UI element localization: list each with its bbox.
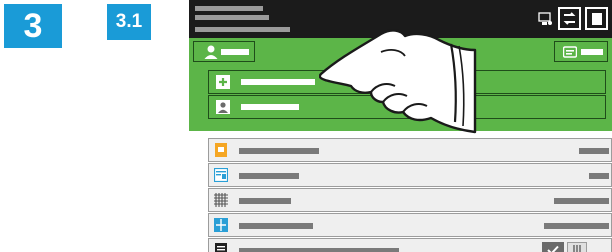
status-placeholder <box>195 27 290 32</box>
list-item[interactable] <box>208 213 612 237</box>
columns-icon <box>573 245 581 252</box>
columns-button[interactable] <box>567 242 587 252</box>
menu-item-contact-label-placeholder <box>241 104 299 110</box>
stop-icon <box>591 12 602 25</box>
menu-item-add-label-placeholder <box>241 79 315 85</box>
card-button-label-placeholder <box>581 48 603 55</box>
device-screen <box>189 0 612 252</box>
device-status-icon[interactable] <box>536 10 554 28</box>
substep-number-badge: 3.1 <box>107 4 151 40</box>
job-status-icon <box>563 12 576 25</box>
user-button[interactable] <box>193 41 255 62</box>
step-number-badge: 3 <box>4 4 62 48</box>
card-icon <box>563 45 577 58</box>
title-placeholder <box>195 6 263 11</box>
list-item[interactable] <box>208 163 612 187</box>
job-status-button[interactable] <box>558 7 581 30</box>
folder-icon <box>213 142 229 158</box>
list-item-value-placeholder <box>579 148 609 154</box>
list-item-label-placeholder <box>239 148 319 154</box>
subtitle-placeholder <box>195 15 269 20</box>
list-item[interactable] <box>208 138 612 162</box>
stop-button[interactable] <box>585 7 608 30</box>
card-button[interactable] <box>554 41 608 62</box>
user-button-label-placeholder <box>221 48 249 55</box>
list-item-label-placeholder <box>239 173 299 179</box>
split-icon <box>213 217 229 233</box>
list-item[interactable] <box>208 238 612 252</box>
form-icon <box>213 167 229 183</box>
list-item-label-placeholder <box>239 248 399 252</box>
check-icon <box>547 245 559 252</box>
pointing-hand-icon <box>319 29 477 134</box>
list-item-value-placeholder <box>554 198 609 204</box>
list-item-value-placeholder <box>544 223 609 229</box>
list-item[interactable] <box>208 188 612 212</box>
check-button[interactable] <box>542 242 564 252</box>
system-icons <box>536 7 608 30</box>
list-item-value-placeholder <box>589 173 609 179</box>
grid-icon <box>213 192 229 208</box>
document-icon <box>213 242 229 252</box>
list-item-label-placeholder <box>239 198 291 204</box>
user-icon <box>204 45 218 59</box>
contact-icon <box>215 99 231 115</box>
list-item-label-placeholder <box>239 223 313 229</box>
plus-icon <box>215 74 231 90</box>
